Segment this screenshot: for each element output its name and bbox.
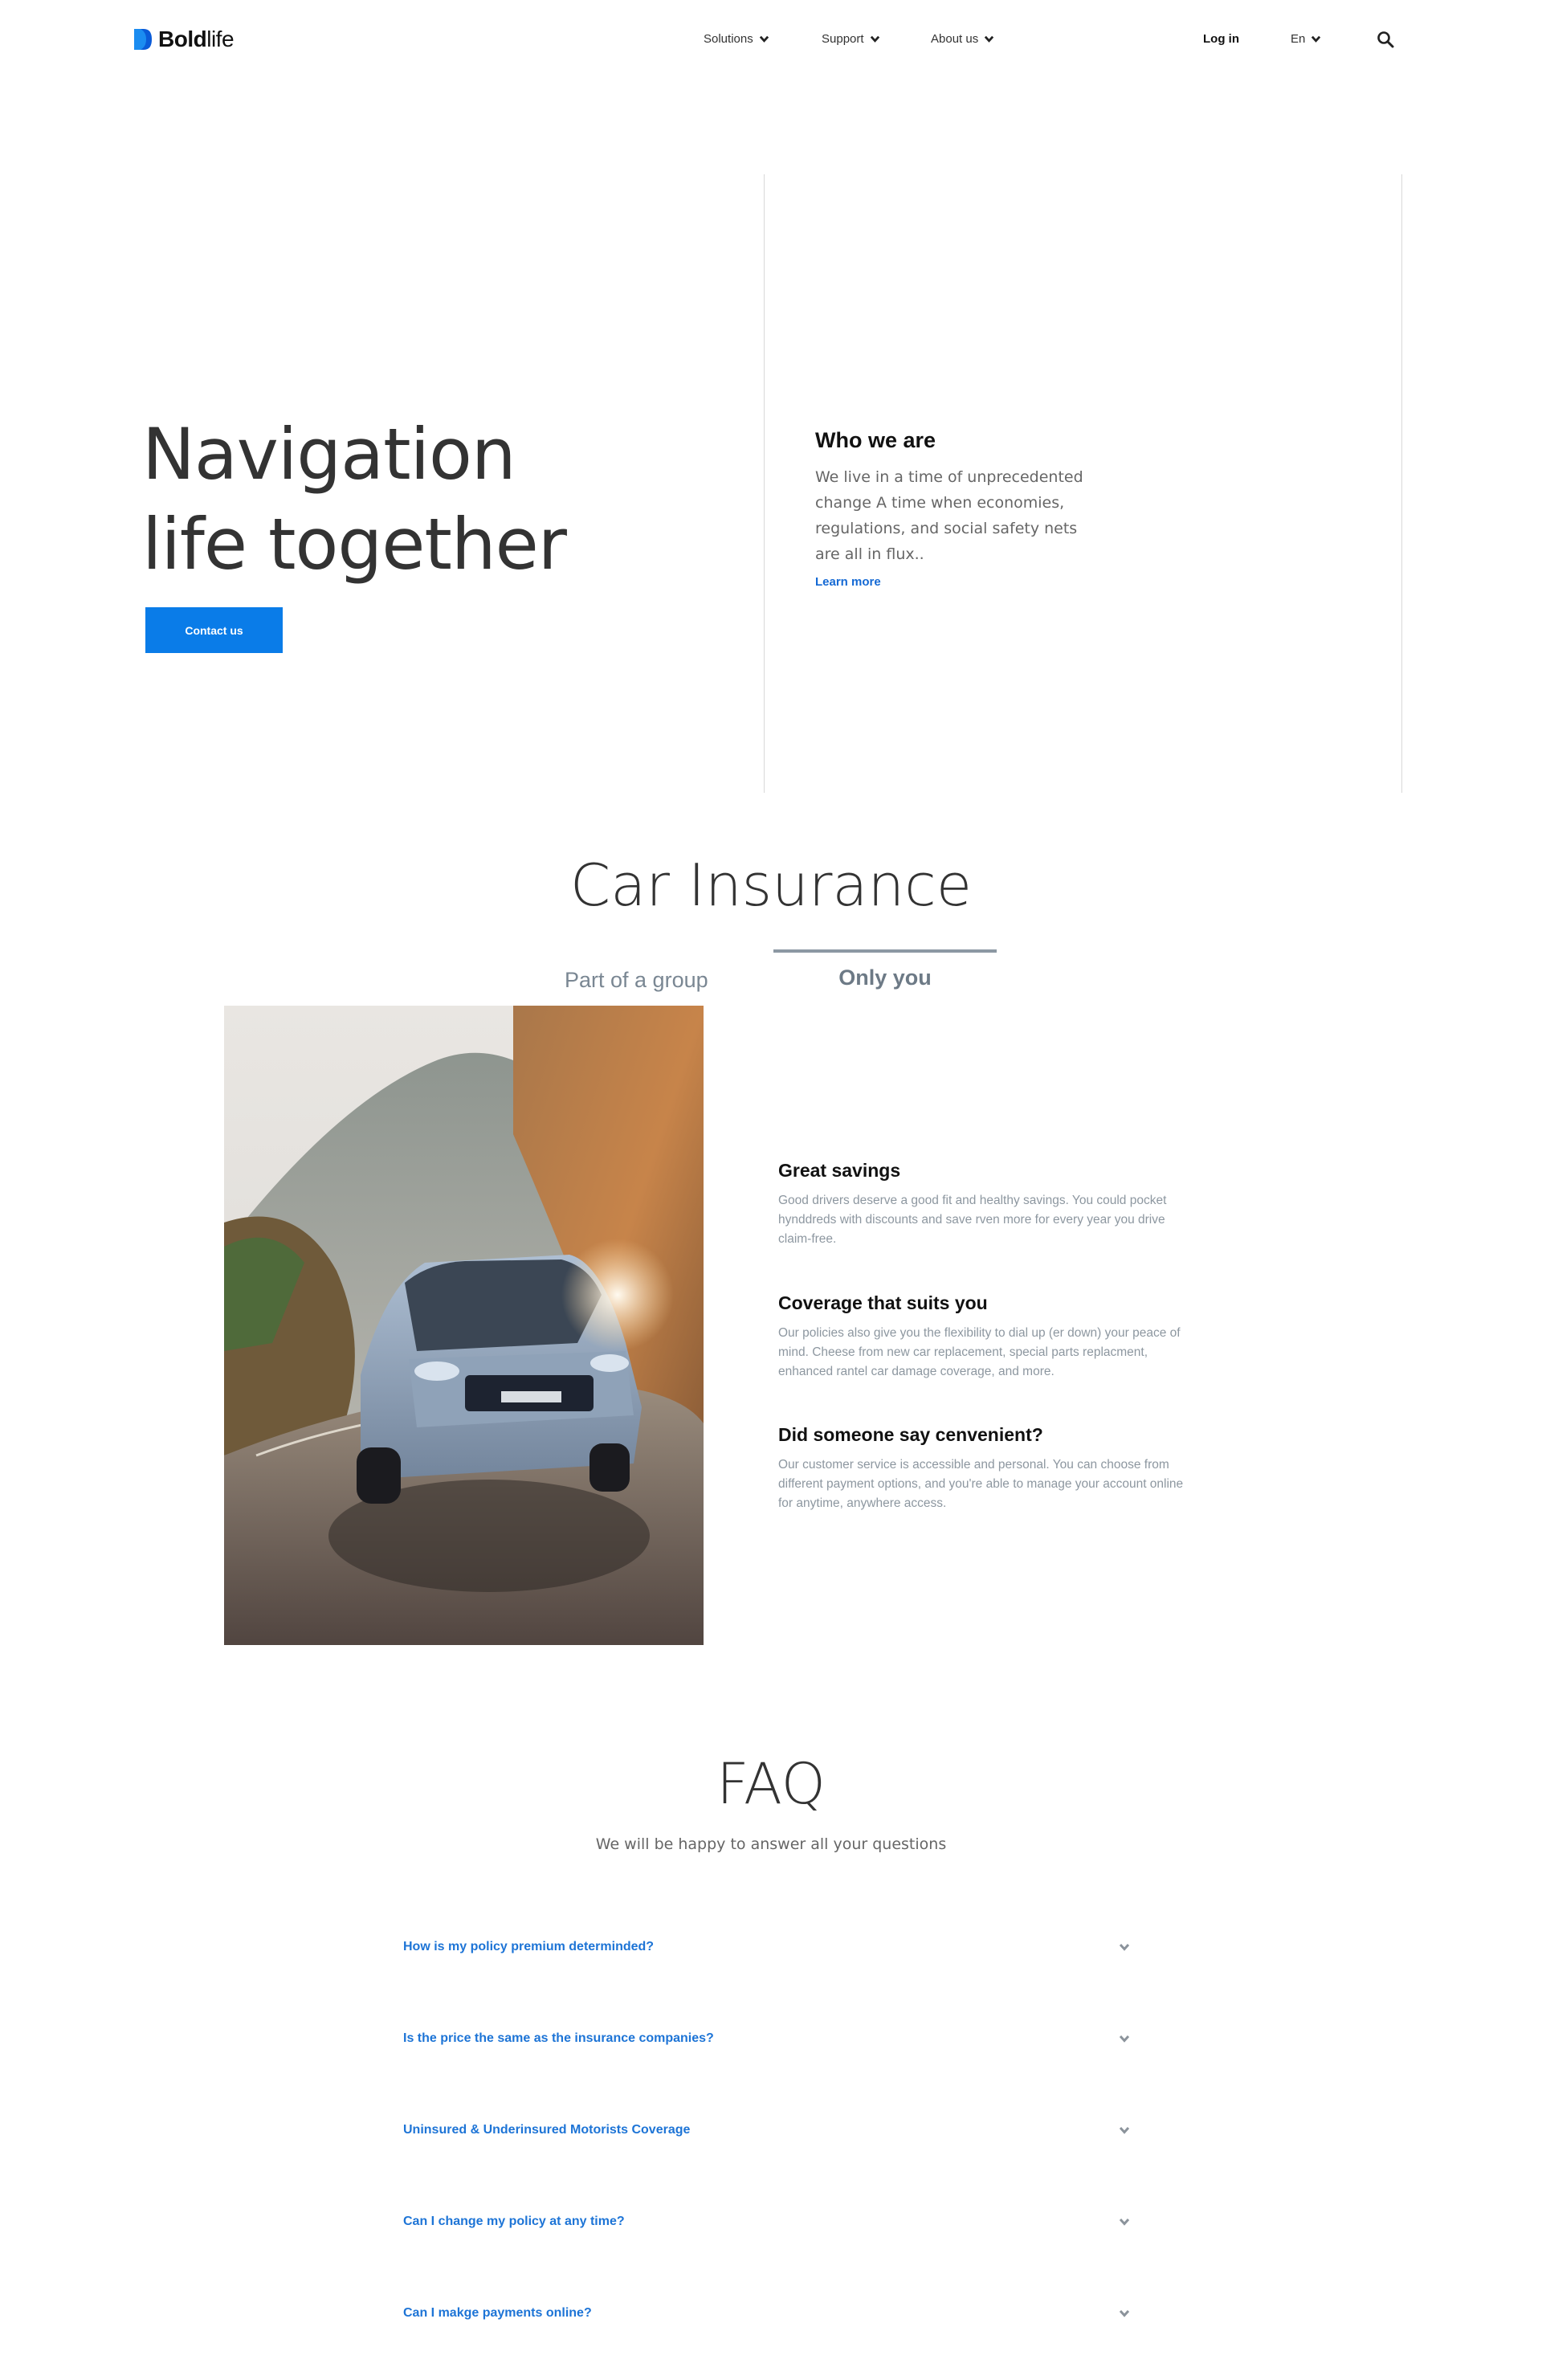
hero-divider-right [1401, 174, 1402, 793]
faq-question: Can I change my policy at any time? [403, 2215, 625, 2228]
faq-item[interactable]: Can I change my policy at any time? [403, 2206, 1131, 2238]
feature-convenient: Did someone say cenvenient? Our customer… [778, 1424, 1196, 1513]
feature-title: Coverage that suits you [778, 1292, 988, 1313]
faq-item[interactable]: Is the price the same as the insurance c… [403, 2023, 1131, 2055]
brand-name-light: life [206, 27, 235, 51]
login-link[interactable]: Log in [1203, 32, 1239, 46]
hero-title: Navigation life together [142, 410, 567, 590]
feature-title: Great savings [778, 1160, 901, 1181]
search-icon [1377, 31, 1394, 48]
brand-logo[interactable]: Boldlife [133, 27, 235, 52]
faq-item[interactable]: Uninsured & Underinsured Motorists Cover… [403, 2114, 1131, 2146]
faq-question: Can I makge payments online? [403, 2306, 592, 2320]
brand-name-bold: Bold [158, 27, 207, 51]
nav-support-label: Support [822, 32, 864, 46]
faq-question: How is my policy premium determinded? [403, 1940, 655, 1953]
car-photo [224, 1006, 704, 1645]
feature-great-savings: Great savings Good drivers deserve a goo… [778, 1160, 1196, 1249]
feature-text: Our policies also give you the flexibili… [778, 1326, 1181, 1378]
faq-subtitle: We will be happy to answer all your ques… [595, 1835, 947, 1853]
faq-item[interactable]: Can I makge payments online? [403, 2297, 1131, 2329]
tab-part-of-a-group[interactable]: Part of a group [565, 968, 708, 993]
feature-text: Good drivers deserve a good fit and heal… [778, 1194, 1167, 1246]
chevron-down-icon [759, 35, 769, 43]
feature-title: Did someone say cenvenient? [778, 1424, 1043, 1445]
faq-title: FAQ [716, 1751, 826, 1817]
chevron-down-icon [985, 35, 994, 43]
chevron-down-icon [1312, 35, 1321, 43]
chevron-down-icon [1119, 2309, 1130, 2317]
chevron-down-icon [1119, 2218, 1130, 2226]
nav-about-us-label: About us [931, 32, 979, 46]
faq-question: Uninsured & Underinsured Motorists Cover… [403, 2123, 691, 2137]
hero-title-line2: life together [142, 503, 567, 586]
who-we-are-text: We live in a time of unprecedented chang… [815, 468, 1083, 563]
feature-coverage: Coverage that suits you Our policies als… [778, 1292, 1196, 1382]
who-we-are-heading: Who we are [815, 428, 936, 452]
tab-only-you[interactable]: Only you [773, 949, 997, 990]
nav-solutions-label: Solutions [704, 32, 753, 46]
chevron-down-icon [870, 35, 879, 43]
logo-mark-icon [133, 27, 153, 51]
contact-us-button[interactable]: Contact us [145, 607, 283, 653]
language-label: En [1291, 32, 1306, 46]
chevron-down-icon [1119, 1943, 1130, 1951]
learn-more-link[interactable]: Learn more [815, 575, 881, 589]
site-header: Boldlife Solutions Support About us Log … [0, 0, 1542, 84]
hero-title-line1: Navigation [142, 413, 516, 496]
car-insurance-title: Car Insurance [569, 851, 973, 919]
faq-item[interactable]: How is my policy premium determinded? [403, 1931, 1131, 1963]
nav-support[interactable]: Support [822, 32, 880, 46]
nav-about-us[interactable]: About us [931, 32, 994, 46]
nav-solutions[interactable]: Solutions [704, 32, 769, 46]
feature-text: Our customer service is accessible and p… [778, 1458, 1184, 1510]
chevron-down-icon [1119, 2126, 1130, 2134]
hero-divider-left [764, 174, 765, 793]
chevron-down-icon [1119, 2035, 1130, 2043]
search-button[interactable] [1377, 31, 1394, 48]
brand-name: Boldlife [158, 27, 235, 52]
language-select[interactable]: En [1291, 32, 1321, 46]
faq-question: Is the price the same as the insurance c… [403, 2031, 714, 2045]
